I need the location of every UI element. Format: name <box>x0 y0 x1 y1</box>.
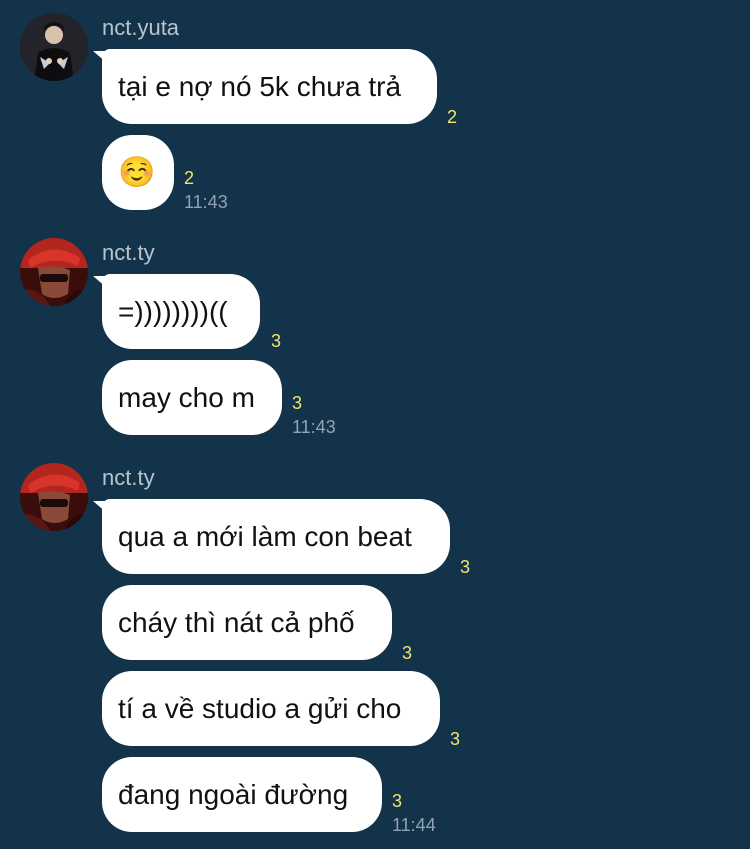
message-text: =))))))))(( <box>118 296 228 327</box>
sender-name: nct.yuta <box>102 15 180 40</box>
avatar[interactable] <box>20 463 88 531</box>
message-text: tại e nợ nó 5k chưa trả <box>118 71 402 102</box>
message-text: may cho m <box>118 382 255 413</box>
sender-name: nct.ty <box>102 465 155 490</box>
message-timestamp: 11:43 <box>184 192 228 212</box>
avatar-ty-image <box>20 238 88 306</box>
sender-name: nct.ty <box>102 240 155 265</box>
message-bubble[interactable]: =))))))))(( <box>93 274 260 349</box>
read-count: 3 <box>450 729 461 749</box>
bubble-tail <box>93 276 107 288</box>
read-count: 3 <box>392 791 403 811</box>
message-bubble[interactable]: đang ngoài đường <box>102 757 382 832</box>
message-bubble[interactable]: qua a mới làm con beat <box>93 499 450 574</box>
avatar[interactable] <box>20 13 88 81</box>
read-count: 3 <box>402 643 413 663</box>
read-count: 3 <box>292 393 303 413</box>
bubble-tail <box>93 51 107 63</box>
smiling-face-emoji-icon: ☺️ <box>118 156 156 189</box>
message-timestamp: 11:44 <box>392 815 436 835</box>
chat-thread: nct.yuta tại e nợ nó 5k chưa trả 2 ☺️ 2 … <box>0 0 750 849</box>
avatar-ty-image <box>20 463 88 531</box>
message-timestamp: 11:43 <box>292 417 336 437</box>
avatar-yuta-image <box>20 13 88 81</box>
message-bubble[interactable]: cháy thì nát cả phố <box>102 585 392 660</box>
message-text: qua a mới làm con beat <box>118 521 412 552</box>
bubble-tail <box>93 501 107 513</box>
message-bubble[interactable]: tí a về studio a gửi cho <box>102 671 440 746</box>
message-text: cháy thì nát cả phố <box>118 607 355 638</box>
message-bubble[interactable]: may cho m <box>102 360 282 435</box>
message-bubble[interactable]: tại e nợ nó 5k chưa trả <box>93 49 437 124</box>
read-count: 2 <box>447 107 458 127</box>
read-count: 3 <box>271 331 282 351</box>
read-count: 3 <box>460 557 471 577</box>
avatar[interactable] <box>20 238 88 306</box>
message-bubble[interactable]: ☺️ <box>102 135 174 210</box>
read-count: 2 <box>184 168 195 188</box>
message-text: đang ngoài đường <box>118 779 349 810</box>
message-text: tí a về studio a gửi cho <box>118 693 402 724</box>
